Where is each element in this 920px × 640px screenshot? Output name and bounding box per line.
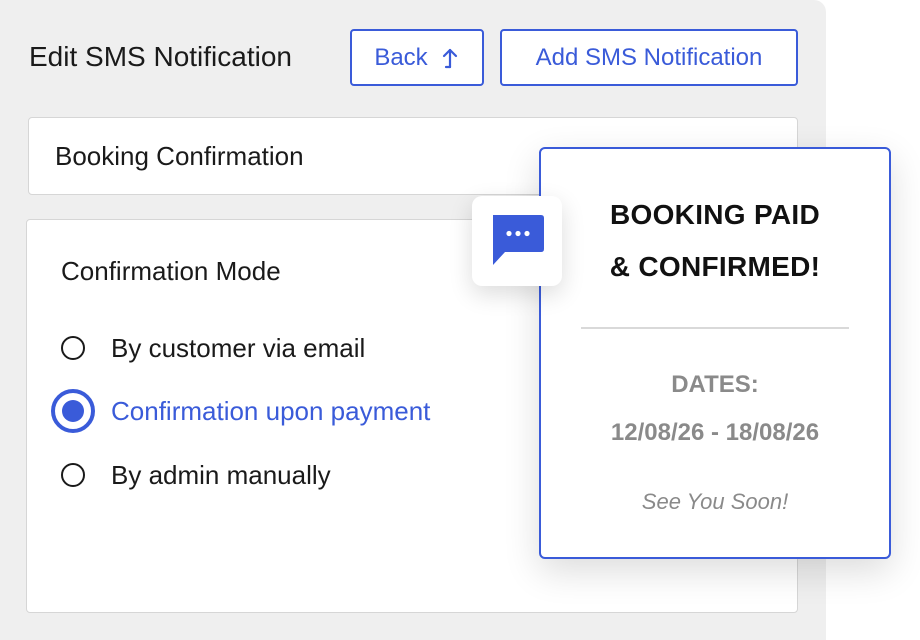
back-button-label: Back xyxy=(374,43,428,71)
radio-button[interactable] xyxy=(61,463,85,487)
radio-wrapper xyxy=(51,389,95,433)
confirmation-mode-title: Confirmation Mode xyxy=(61,256,281,286)
sms-dates-value: 12/08/26 - 18/08/26 xyxy=(610,419,820,446)
radio-option-upon-payment[interactable]: Confirmation upon payment xyxy=(51,389,430,433)
radio-dot xyxy=(62,400,84,422)
radio-wrapper xyxy=(51,326,95,370)
radio-button[interactable] xyxy=(61,336,85,360)
sms-heading-line2: & CONFIRMED! xyxy=(609,251,821,282)
sms-dates-label: DATES: xyxy=(671,371,759,398)
radio-button-selected[interactable] xyxy=(51,389,95,433)
sms-signoff: See You Soon! xyxy=(641,489,789,514)
back-button[interactable]: Back xyxy=(350,29,484,86)
stage: Edit SMS Notification Back Add SMS Notif… xyxy=(0,0,920,640)
radio-label: By customer via email xyxy=(111,332,366,363)
page-title: Edit SMS Notification xyxy=(29,41,292,72)
sms-heading-line1: BOOKING PAID xyxy=(610,199,820,230)
chat-badge xyxy=(472,196,562,286)
radio-label: Confirmation upon payment xyxy=(111,395,431,426)
radio-option-customer-email[interactable]: By customer via email xyxy=(51,326,365,370)
add-sms-notification-button[interactable]: Add SMS Notification xyxy=(500,29,798,86)
radio-wrapper xyxy=(51,453,95,497)
sms-preview-card: BOOKING PAID & CONFIRMED! DATES: 12/08/2… xyxy=(539,147,891,559)
radio-label: By admin manually xyxy=(111,459,331,490)
radio-option-admin-manual[interactable]: By admin manually xyxy=(51,453,331,497)
sms-divider xyxy=(581,327,849,329)
chat-bubble-icon xyxy=(493,215,544,265)
arrow-up-icon xyxy=(440,47,460,69)
